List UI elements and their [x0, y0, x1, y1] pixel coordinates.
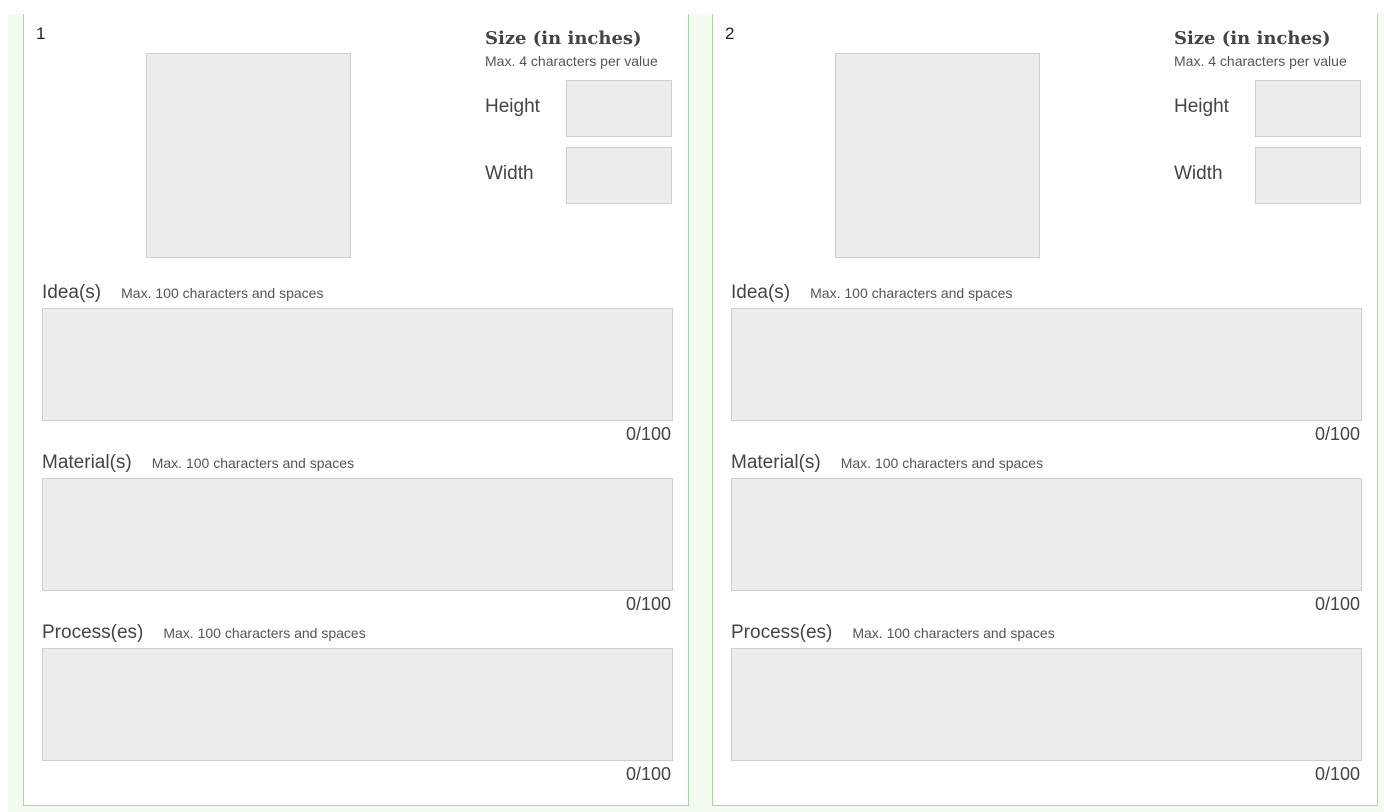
size-hint: Max. 4 characters per value — [1174, 53, 1347, 69]
artwork-card-2: 2 Size (in inches) Max. 4 characters per… — [712, 14, 1378, 806]
materials-counter: 0/100 — [1314, 594, 1360, 614]
processes-textarea[interactable] — [42, 648, 673, 761]
ideas-label: Idea(s) — [42, 282, 102, 303]
width-label: Width — [1174, 163, 1223, 184]
ideas-textarea[interactable] — [731, 308, 1362, 421]
processes-counter: 0/100 — [625, 764, 671, 784]
processes-hint: Max. 100 characters and spaces — [852, 625, 1055, 641]
processes-label-row: Process(es) Max. 100 characters and space… — [731, 622, 1055, 644]
width-input[interactable] — [566, 147, 672, 204]
artwork-card-1: 1 Size (in inches) Max. 4 characters per… — [23, 14, 689, 806]
card-number: 1 — [36, 24, 46, 43]
ideas-hint: Max. 100 characters and spaces — [810, 285, 1013, 301]
width-label: Width — [485, 163, 534, 184]
materials-counter: 0/100 — [625, 594, 671, 614]
height-input[interactable] — [1255, 80, 1361, 137]
ideas-textarea[interactable] — [42, 308, 673, 421]
materials-label-row: Material(s) Max. 100 characters and space… — [731, 452, 1043, 474]
ideas-counter: 0/100 — [625, 424, 671, 444]
processes-label: Process(es) — [731, 622, 833, 643]
size-hint: Max. 4 characters per value — [485, 53, 658, 69]
processes-hint: Max. 100 characters and spaces — [163, 625, 366, 641]
size-title: Size (in inches) — [1174, 28, 1331, 49]
size-title: Size (in inches) — [485, 28, 642, 49]
processes-label-row: Process(es) Max. 100 characters and space… — [42, 622, 366, 644]
processes-label: Process(es) — [42, 622, 144, 643]
card-number: 2 — [725, 24, 735, 43]
materials-textarea[interactable] — [42, 478, 673, 591]
materials-textarea[interactable] — [731, 478, 1362, 591]
ideas-hint: Max. 100 characters and spaces — [121, 285, 324, 301]
materials-label: Material(s) — [42, 452, 132, 473]
ideas-label-row: Idea(s) Max. 100 characters and spaces — [42, 282, 323, 304]
ideas-counter: 0/100 — [1314, 424, 1360, 444]
height-label: Height — [1174, 96, 1229, 117]
materials-hint: Max. 100 characters and spaces — [151, 455, 355, 471]
height-label: Height — [485, 96, 540, 117]
materials-label: Material(s) — [731, 452, 821, 473]
image-upload-area[interactable] — [835, 53, 1040, 258]
materials-hint: Max. 100 characters and spaces — [840, 455, 1044, 471]
image-upload-area[interactable] — [146, 53, 351, 258]
width-input[interactable] — [1255, 147, 1361, 204]
height-input[interactable] — [566, 80, 672, 137]
materials-label-row: Material(s) Max. 100 characters and space… — [42, 452, 354, 474]
processes-counter: 0/100 — [1314, 764, 1360, 784]
ideas-label: Idea(s) — [731, 282, 791, 303]
ideas-label-row: Idea(s) Max. 100 characters and spaces — [731, 282, 1012, 304]
top-band — [0, 0, 1384, 14]
left-edge — [0, 14, 8, 812]
processes-textarea[interactable] — [731, 648, 1362, 761]
